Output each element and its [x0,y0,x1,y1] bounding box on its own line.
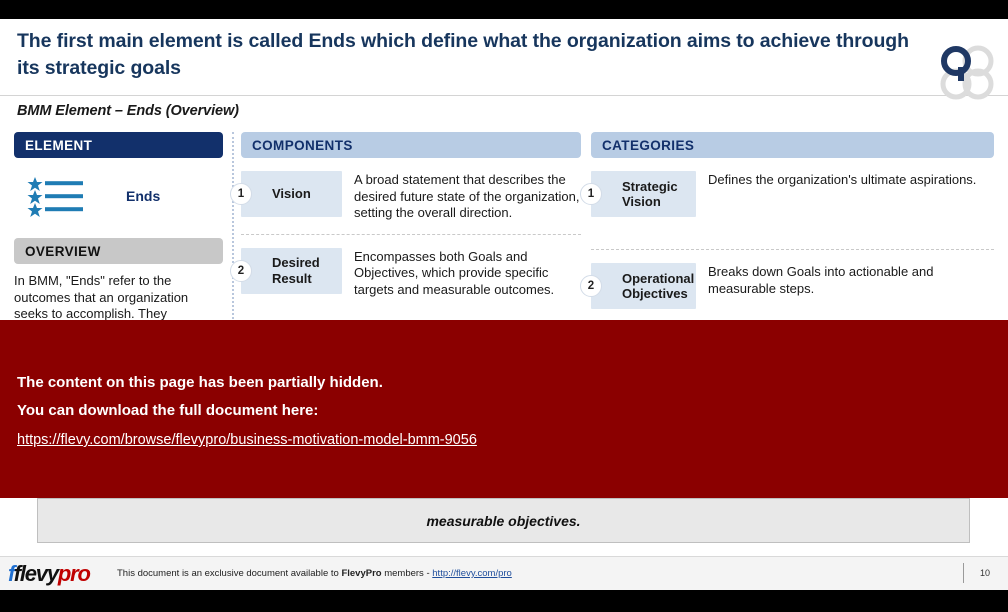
components-panel-header: COMPONENTS [241,132,581,158]
takeaway-text: measurable objectives. [426,512,581,529]
components-row-chip: 2 Desired Result [230,247,342,294]
slide-root: The first main element is called Ends wh… [0,0,1008,612]
element-name-label: Ends [126,188,161,204]
categories-row: 2 Operational Objectives Breaks down Goa… [580,250,994,309]
components-row-chip: 1 Vision [230,171,342,217]
categories-row-chip: 2 Operational Objectives [580,263,696,309]
categories-row-desc: Breaks down Goals into actionable and me… [708,264,934,296]
element-panel-header: ELEMENT [14,132,223,158]
page-number-divider [963,563,964,583]
content-hidden-overlay: The content on this page has been partia… [0,320,1008,498]
flevypro-logo-levy: flevy [13,561,59,586]
footer-link[interactable]: http://flevy.com/pro [432,568,512,579]
page-number: 10 [980,568,991,578]
footer-notice-after: members - [381,568,433,579]
components-row-desc: A broad statement that describes the des… [354,172,580,220]
star-list-icon [26,176,86,223]
page-title: The first main element is called Ends wh… [17,30,909,79]
categories-panel-header: CATEGORIES [591,132,994,158]
top-letterbox-bar [0,0,1008,19]
categories-row-label: Operational Objectives [622,270,695,302]
title-header: The first main element is called Ends wh… [0,19,1008,100]
components-row-label: Vision [272,186,311,202]
footer-notice: This document is an exclusive document a… [117,568,512,579]
components-row-desc: Encompasses both Goals and Objectives, w… [354,248,555,297]
categories-row: 1 Strategic Vision Defines the organizat… [580,158,994,217]
column-divider [232,132,234,347]
components-row-label: Desired Result [272,255,320,286]
overview-header: OVERVIEW [14,238,223,264]
categories-row-number: 1 [580,183,602,205]
overlay-line-2: You can download the full document here: [17,402,319,419]
takeaway-box: measurable objectives. [37,498,970,543]
flevy-quadrant-logo-icon [936,41,1000,105]
element-panel-body: Ends [14,172,223,228]
footer-brand: FlevyPro [341,568,382,579]
element-panel: ELEMENT Ends OVERVIEW In BMM, "Ends" ref… [14,132,223,339]
categories-row-desc: Defines the organization's ultimate aspi… [708,172,977,187]
categories-row-number: 2 [580,275,602,297]
categories-panel: CATEGORIES 1 Strategic Vision Defines th… [580,132,994,309]
overlay-line-1: The content on this page has been partia… [17,374,383,391]
categories-row-label: Strategic Vision [622,178,678,210]
components-panel: COMPONENTS 1 Vision A broad statement th… [230,132,581,299]
slide-subtitle: BMM Element – Ends (Overview) [17,103,239,119]
components-row-number: 1 [230,183,252,205]
components-row: 1 Vision A broad statement that describe… [230,158,581,222]
flevypro-logo: fflevypro [8,561,91,586]
footer-notice-before: This document is an exclusive document a… [117,568,342,579]
components-row-number: 2 [230,259,252,282]
categories-row-chip: 1 Strategic Vision [580,171,696,217]
bottom-letterbox-bar [0,590,1008,612]
components-row: 2 Desired Result Encompasses both Goals … [230,235,581,299]
overlay-download-link[interactable]: https://flevy.com/browse/flevypro/busine… [17,432,477,448]
flevypro-logo-pro: pro [57,561,91,586]
footer-bar: fflevypro This document is an exclusive … [0,556,1008,590]
